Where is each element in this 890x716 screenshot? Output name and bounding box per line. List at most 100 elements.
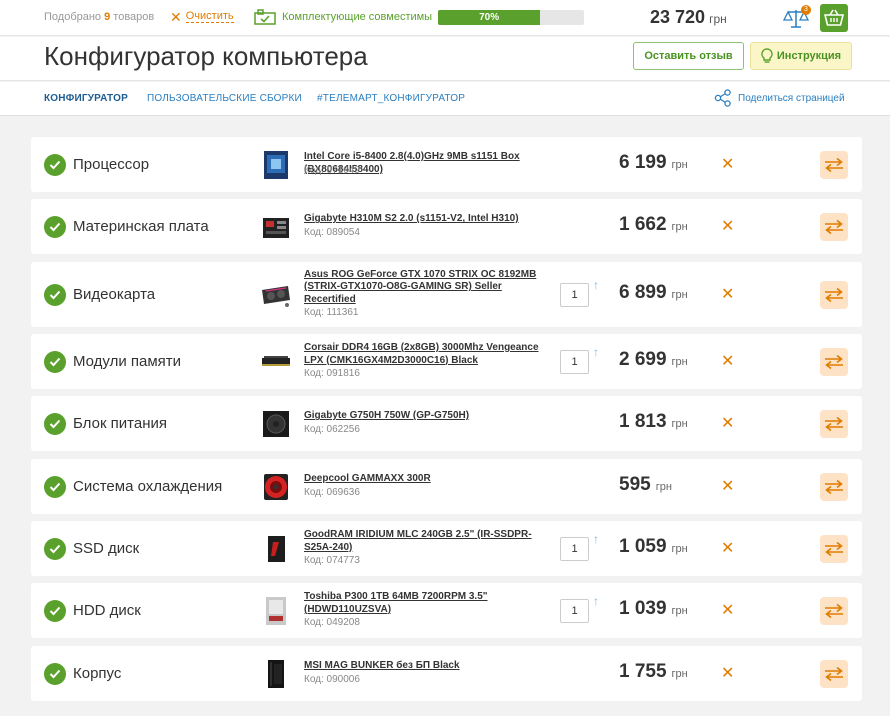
replace-icon[interactable] xyxy=(820,409,848,438)
clear-icon: ✕ xyxy=(170,8,182,25)
clear-button[interactable]: ✕ Очистить xyxy=(170,8,234,25)
quantity-up-arrow-icon[interactable]: ↑ xyxy=(593,345,599,359)
ssd-icon[interactable] xyxy=(260,534,292,564)
category-label[interactable]: Материнская плата xyxy=(73,218,209,235)
instruction-button[interactable]: Инструкция xyxy=(750,42,852,70)
product-code: Код: 069636 xyxy=(304,486,360,498)
category-label[interactable]: Блок питания xyxy=(73,415,167,432)
share-icon xyxy=(714,89,731,107)
product-name-link[interactable]: Gigabyte H310M S2 2.0 (s1151-V2, Intel H… xyxy=(304,213,554,226)
title-bar: Конфигуратор компьютера Оставить отзыв И… xyxy=(0,37,890,81)
gpu-icon[interactable] xyxy=(260,280,292,310)
psu-icon[interactable] xyxy=(260,409,292,439)
category-label[interactable]: SSD диск xyxy=(73,540,139,557)
product-code: Код: 049208 xyxy=(304,617,360,628)
price-currency: грн xyxy=(671,667,688,680)
cooler-icon[interactable] xyxy=(260,472,292,502)
price: 1 662 грн xyxy=(619,214,688,236)
remove-icon[interactable]: ✕ xyxy=(721,353,734,370)
category-label[interactable]: Видеокарта xyxy=(73,286,155,303)
quantity-input[interactable]: 1 xyxy=(560,282,589,307)
component-row: SSD диск GoodRAM IRIDIUM MLC 240GB 2.5" (… xyxy=(31,521,862,576)
category-label[interactable]: Модули памяти xyxy=(73,353,181,370)
total-amount: 23 720 xyxy=(650,7,706,27)
selected-count: 9 xyxy=(104,11,111,23)
price: 1 039 грн xyxy=(619,598,688,620)
price-amount: 595 xyxy=(619,473,651,495)
replace-icon[interactable] xyxy=(820,150,848,179)
remove-icon[interactable]: ✕ xyxy=(721,286,734,303)
price-currency: грн xyxy=(671,417,688,430)
remove-icon[interactable]: ✕ xyxy=(721,415,734,432)
replace-icon[interactable] xyxy=(820,280,848,309)
product-name-link[interactable]: GoodRAM IRIDIUM MLC 240GB 2.5" (IR-SSDPR… xyxy=(304,529,554,554)
category-label[interactable]: Корпус xyxy=(73,665,121,682)
total-price: 23 720 грн xyxy=(650,7,727,28)
price: 2 699 грн xyxy=(619,349,688,371)
quantity-up-arrow-icon[interactable]: ↑ xyxy=(593,594,599,608)
quantity-input[interactable]: 1 xyxy=(560,349,589,374)
replace-icon[interactable] xyxy=(820,659,848,688)
replace-icon[interactable] xyxy=(820,534,848,563)
remove-icon[interactable]: ✕ xyxy=(721,478,734,495)
category-label[interactable]: Процессор xyxy=(73,156,149,173)
product-code: Код: 074773 xyxy=(304,555,360,566)
component-row: HDD диск Toshiba P300 1TB 64MB 7200RPM 3.… xyxy=(31,583,862,638)
category-label[interactable]: Система охлаждения xyxy=(73,478,222,495)
selected-prefix: Подобрано xyxy=(44,11,102,23)
price: 1 755 грн xyxy=(619,661,688,683)
replace-icon[interactable] xyxy=(820,347,848,376)
share-button[interactable]: Поделиться страницей xyxy=(714,89,845,107)
check-icon xyxy=(44,283,66,306)
quantity-up-arrow-icon[interactable]: ↑ xyxy=(593,278,599,292)
price-amount: 1 039 xyxy=(619,597,667,619)
product-name-link[interactable]: Corsair DDR4 16GB (2x8GB) 3000Mhz Vengea… xyxy=(304,342,554,367)
product-name-link[interactable]: Asus ROG GeForce GTX 1070 STRIX OC 8192M… xyxy=(304,269,554,307)
product-name-link[interactable]: MSI MAG BUNKER без БП Black xyxy=(304,660,554,673)
quantity-up-arrow-icon[interactable]: ↑ xyxy=(593,532,599,546)
price-amount: 1 662 xyxy=(619,213,667,235)
tab-hashtag[interactable]: #телемарт_конфигуратор xyxy=(317,93,465,104)
price-amount: 1 059 xyxy=(619,535,667,557)
compatibility-status: Комплектующие совместимы xyxy=(254,9,432,25)
product-name-link[interactable]: Deepcool GAMMAXX 300R xyxy=(304,473,554,486)
price: 6 899 грн xyxy=(619,282,688,304)
product-name-link[interactable]: Gigabyte G750H 750W (GP-G750H) xyxy=(304,410,554,423)
replace-icon[interactable] xyxy=(820,212,848,241)
cart-button[interactable] xyxy=(820,4,848,32)
case-icon[interactable] xyxy=(260,659,292,689)
tab-configurator[interactable]: Конфигуратор xyxy=(44,93,128,104)
price-amount: 6 199 xyxy=(619,151,667,173)
replace-icon[interactable] xyxy=(820,472,848,501)
remove-icon[interactable]: ✕ xyxy=(721,156,734,173)
check-icon xyxy=(44,215,66,238)
replace-icon[interactable] xyxy=(820,596,848,625)
component-row: Процессор Intel Core i5-8400 2.8(4.0)GHz … xyxy=(31,137,862,192)
compare-button[interactable]: 3 xyxy=(782,5,811,29)
price-currency: грн xyxy=(671,542,688,555)
remove-icon[interactable]: ✕ xyxy=(721,540,734,557)
price-amount: 6 899 xyxy=(619,281,667,303)
hdd-icon[interactable] xyxy=(260,596,292,626)
tab-user-builds[interactable]: Пользовательские сборки xyxy=(147,93,302,104)
cpu-box-icon[interactable] xyxy=(260,150,292,180)
product-code: Код: 091816 xyxy=(304,368,360,379)
price: 595 грн xyxy=(619,474,672,496)
price-currency: грн xyxy=(655,480,672,493)
price-currency: грн xyxy=(671,220,688,233)
remove-icon[interactable]: ✕ xyxy=(721,602,734,619)
remove-icon[interactable]: ✕ xyxy=(721,218,734,235)
ram-icon[interactable] xyxy=(260,347,292,377)
component-row: Материнская плата Gigabyte H310M S2 2.0 (… xyxy=(31,199,862,254)
motherboard-icon[interactable] xyxy=(260,212,292,242)
component-row: Система охлаждения Deepcool GAMMAXX 300R К… xyxy=(31,459,862,514)
product-name-link[interactable]: Toshiba P300 1TB 64MB 7200RPM 3.5" (HDWD… xyxy=(304,591,554,616)
leave-review-button[interactable]: Оставить отзыв xyxy=(633,42,744,70)
price-currency: грн xyxy=(671,355,688,368)
component-row: Модули памяти Corsair DDR4 16GB (2x8GB) 3… xyxy=(31,334,862,389)
remove-icon[interactable]: ✕ xyxy=(721,665,734,682)
quantity-input[interactable]: 1 xyxy=(560,598,589,623)
check-icon xyxy=(44,537,66,560)
quantity-input[interactable]: 1 xyxy=(560,536,589,561)
category-label[interactable]: HDD диск xyxy=(73,602,141,619)
